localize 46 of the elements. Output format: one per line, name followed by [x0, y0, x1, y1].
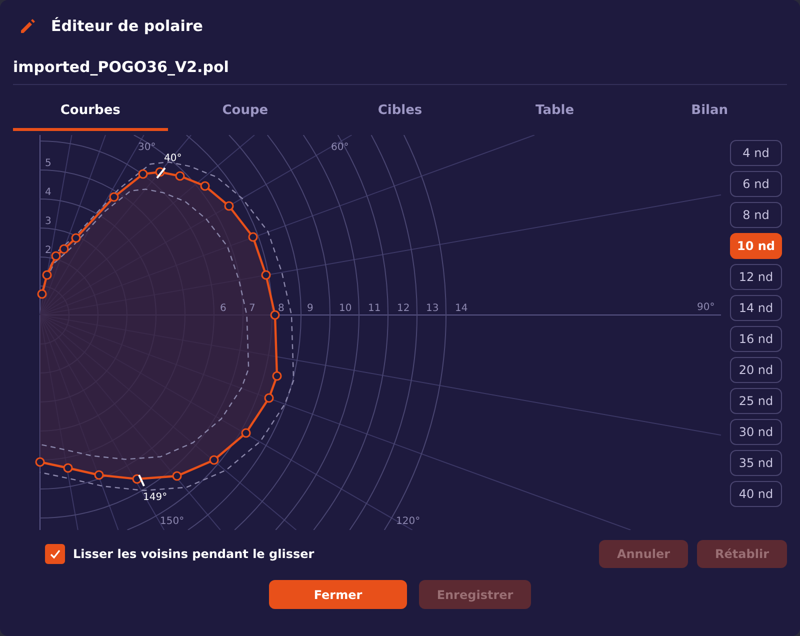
angle-label: 150°: [160, 516, 184, 527]
speed-button[interactable]: 40 nd: [730, 481, 782, 507]
tab[interactable]: Cibles: [322, 91, 478, 131]
speed-button[interactable]: 14 nd: [730, 295, 782, 321]
curve-point[interactable]: [132, 474, 142, 484]
speed-button[interactable]: 4 nd: [730, 140, 782, 166]
speed-axis-label: 11: [368, 303, 381, 314]
tab[interactable]: Table: [477, 91, 632, 131]
speed-button[interactable]: 20 nd: [730, 357, 782, 383]
speed-axis-label: 9: [307, 303, 314, 314]
checkbox-label: Lisser les voisins pendant le glisser: [73, 547, 316, 561]
smooth-checkbox[interactable]: [45, 544, 65, 564]
angle-label: 90°: [697, 302, 715, 313]
speed-button[interactable]: 10 nd: [730, 233, 782, 259]
tab[interactable]: Courbes: [13, 91, 168, 131]
speed-axis-label: 4: [45, 187, 52, 198]
speed-axis-label: 14: [455, 303, 468, 314]
speed-button[interactable]: 8 nd: [730, 202, 782, 228]
close-button[interactable]: Fermer: [269, 580, 407, 609]
speed-button[interactable]: 35 nd: [730, 450, 782, 476]
speed-axis-label: 6: [220, 303, 226, 314]
angle-label: 60°: [331, 142, 349, 153]
file-name: imported_POGO36_V2.pol: [13, 52, 787, 85]
angle-marker-label: 149°: [143, 492, 168, 503]
angle-marker-label: 40°: [164, 153, 182, 164]
speed-button[interactable]: 25 nd: [730, 388, 782, 414]
check-icon: [49, 548, 61, 560]
speed-button[interactable]: 16 nd: [730, 326, 782, 352]
angle-label: 30°: [138, 142, 156, 153]
speed-axis-label: 2: [45, 245, 52, 256]
speed-axis-label: 13: [426, 303, 439, 314]
speed-axis-label: 8: [278, 303, 284, 314]
speed-axis-label: 10: [339, 303, 352, 314]
drag-handle-icon[interactable]: [138, 474, 145, 486]
tab[interactable]: Bilan: [632, 91, 787, 131]
speed-button[interactable]: 30 nd: [730, 419, 782, 445]
tab[interactable]: Coupe: [168, 91, 323, 131]
speed-button[interactable]: 6 nd: [730, 171, 782, 197]
pencil-icon: [19, 17, 37, 35]
speed-axis-label: 5: [45, 158, 52, 169]
speed-axis-label: 7: [249, 303, 256, 314]
angle-label: 120°: [396, 516, 420, 527]
speed-axis-label: 3: [45, 216, 52, 227]
speed-button[interactable]: 12 nd: [730, 264, 782, 290]
window-title: Éditeur de polaire: [51, 17, 203, 35]
speed-axis-label: 12: [397, 303, 410, 314]
